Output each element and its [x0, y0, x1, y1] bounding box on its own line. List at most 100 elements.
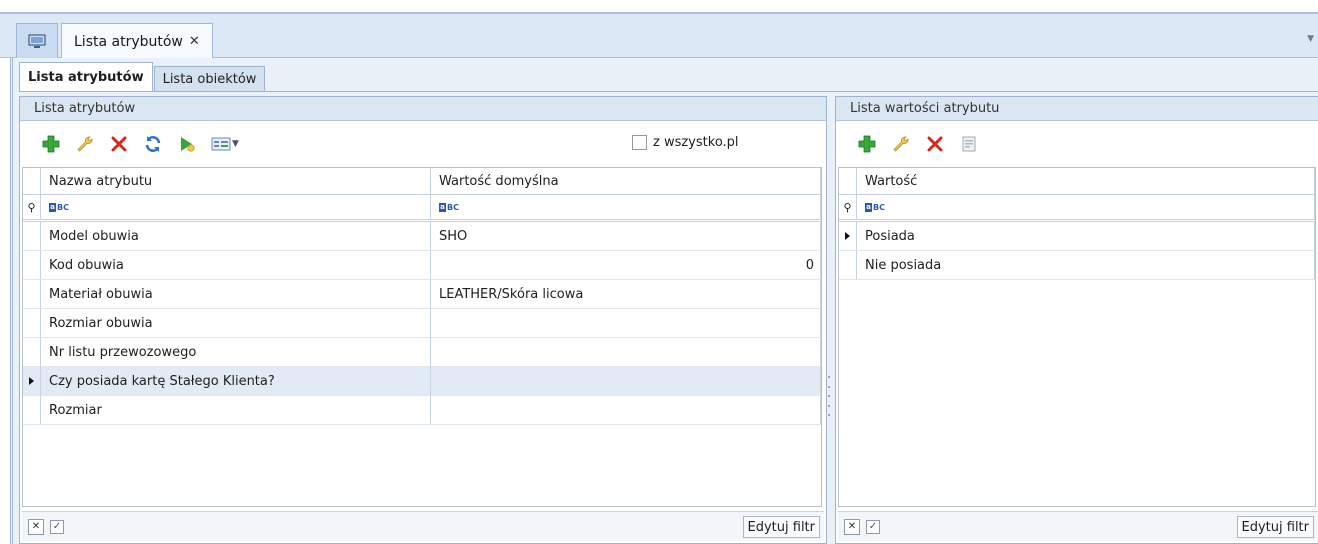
delete-icon [927, 136, 943, 152]
attribute-list-header: Lista atrybutów [20, 97, 826, 121]
edit-button[interactable] [68, 129, 102, 159]
row-indicator [23, 280, 41, 308]
cell-value: Nie posiada [857, 251, 1315, 279]
table-row[interactable]: Nr listu przewozowego [23, 338, 821, 367]
text-filter-icon: a BC [865, 202, 885, 212]
cell-default [431, 309, 821, 337]
top-bar [0, 0, 1318, 14]
column-header-name[interactable]: Nazwa atrybutu [41, 168, 431, 194]
filter-enabled-checkbox[interactable]: ✓ [866, 519, 880, 534]
values-grid-header: Wartość [839, 168, 1315, 195]
attribute-filter-row: ⚲ a BC a BC [23, 195, 821, 222]
refresh-button[interactable] [136, 129, 170, 159]
refresh-icon [145, 136, 161, 152]
table-row-selected[interactable]: Posiada [839, 222, 1315, 251]
wszystko-checkbox-wrap[interactable]: z wszystko.pl [632, 135, 739, 150]
add-button[interactable] [34, 129, 68, 159]
add-value-button[interactable] [850, 129, 884, 159]
filter-pin-icon: ⚲ [839, 195, 857, 219]
row-indicator [23, 251, 41, 279]
cell-default: SHO [431, 222, 821, 250]
document-tab-strip: Lista atrybutów ✕ ▼ [0, 14, 1318, 59]
clear-filter-icon[interactable]: ✕ [28, 518, 44, 535]
cell-default: LEATHER/Skóra licowa [431, 280, 821, 308]
table-row[interactable]: Materiał obuwia LEATHER/Skóra licowa [23, 280, 821, 309]
column-header-default[interactable]: Wartość domyślna [431, 168, 821, 194]
filter-value-input[interactable]: a BC [857, 195, 1315, 219]
cell-name: Czy posiada kartę Stałego Klienta? [41, 367, 431, 395]
cell-default [431, 396, 821, 424]
row-indicator [839, 251, 857, 279]
tab-attribute-list[interactable]: Lista atrybutów [19, 62, 153, 92]
filter-name-input[interactable]: a BC [41, 195, 431, 219]
filter-pin-icon: ⚲ [23, 195, 41, 219]
values-toolbar [836, 121, 1318, 167]
row-indicator-header [23, 168, 41, 194]
cell-name: Rozmiar obuwia [41, 309, 431, 337]
subtab-bar: Lista atrybutów Lista obiektów [19, 62, 266, 92]
column-header-value[interactable]: Wartość [857, 168, 1315, 194]
attribute-values-header: Lista wartości atrybutu [836, 97, 1318, 121]
attribute-list-panel: Lista atrybutów ▼ z wszystko.pl Nazwa at… [19, 96, 827, 544]
tab-list-dropdown-icon[interactable]: ▼ [1307, 34, 1314, 44]
cell-default [431, 367, 821, 395]
filter-enabled-checkbox[interactable]: ✓ [50, 519, 64, 534]
wszystko-checkbox[interactable] [632, 135, 647, 150]
attribute-toolbar: ▼ z wszystko.pl [20, 121, 826, 167]
cell-name: Kod obuwia [41, 251, 431, 279]
table-row[interactable]: Rozmiar obuwia [23, 309, 821, 338]
delete-value-button[interactable] [918, 129, 952, 159]
current-row-arrow-icon [23, 367, 41, 395]
values-filter-row: ⚲ a BC [839, 195, 1315, 222]
home-tab[interactable] [16, 23, 58, 59]
text-filter-icon: a BC [49, 202, 69, 212]
wrench-icon [77, 136, 93, 152]
run-button[interactable] [170, 129, 204, 159]
attribute-grid-header: Nazwa atrybutu Wartość domyślna [23, 168, 821, 195]
row-indicator [23, 309, 41, 337]
wrench-icon [893, 136, 909, 152]
table-row[interactable]: Model obuwia SHO [23, 222, 821, 251]
view-dropdown-icon[interactable]: ▼ [232, 139, 239, 149]
delete-button[interactable] [102, 129, 136, 159]
cell-name: Rozmiar [41, 396, 431, 424]
attribute-values-panel: Lista wartości atrybutu Wartość ⚲ a BC P… [835, 96, 1318, 544]
table-row[interactable]: Nie posiada [839, 251, 1315, 280]
edit-filter-button[interactable]: Edytuj filtr [742, 516, 820, 538]
plus-icon [858, 135, 876, 153]
values-filter-footer: ✕ ✓ Edytuj filtr [838, 511, 1318, 541]
row-indicator [23, 396, 41, 424]
cell-default: 0 [431, 251, 821, 279]
document-tab-label: Lista atrybutów [74, 33, 183, 50]
row-indicator-header [839, 168, 857, 194]
cell-default [431, 338, 821, 366]
monitor-icon [28, 33, 46, 48]
panel-splitter[interactable] [827, 376, 831, 416]
delete-icon [111, 136, 127, 152]
document-button[interactable] [952, 129, 986, 159]
table-row-selected[interactable]: Czy posiada kartę Stałego Klienta? [23, 367, 821, 396]
tab-object-list[interactable]: Lista obiektów [153, 66, 266, 92]
clear-filter-icon[interactable]: ✕ [844, 518, 860, 535]
close-tab-icon[interactable]: ✕ [189, 34, 200, 49]
current-row-arrow-icon [839, 222, 857, 250]
main-content: Lista atrybutów Lista obiektów Lista atr… [10, 58, 1318, 544]
filter-default-input[interactable]: a BC [431, 195, 821, 219]
attribute-filter-footer: ✕ ✓ Edytuj filtr [22, 511, 824, 541]
edit-filter-button[interactable]: Edytuj filtr [1236, 516, 1314, 538]
document-icon [962, 136, 976, 152]
table-row[interactable]: Rozmiar [23, 396, 821, 425]
cell-name: Model obuwia [41, 222, 431, 250]
plus-icon [42, 135, 60, 153]
text-filter-icon: a BC [439, 202, 459, 212]
values-grid: Wartość ⚲ a BC Posiada Nie posiada [838, 167, 1316, 507]
edit-value-button[interactable] [884, 129, 918, 159]
cell-name: Materiał obuwia [41, 280, 431, 308]
row-indicator [23, 338, 41, 366]
row-indicator [23, 222, 41, 250]
cell-value: Posiada [857, 222, 1315, 250]
table-row[interactable]: Kod obuwia 0 [23, 251, 821, 280]
document-tab[interactable]: Lista atrybutów ✕ [61, 23, 213, 59]
wszystko-checkbox-label: z wszystko.pl [653, 135, 739, 150]
grid-view-icon [211, 137, 231, 151]
